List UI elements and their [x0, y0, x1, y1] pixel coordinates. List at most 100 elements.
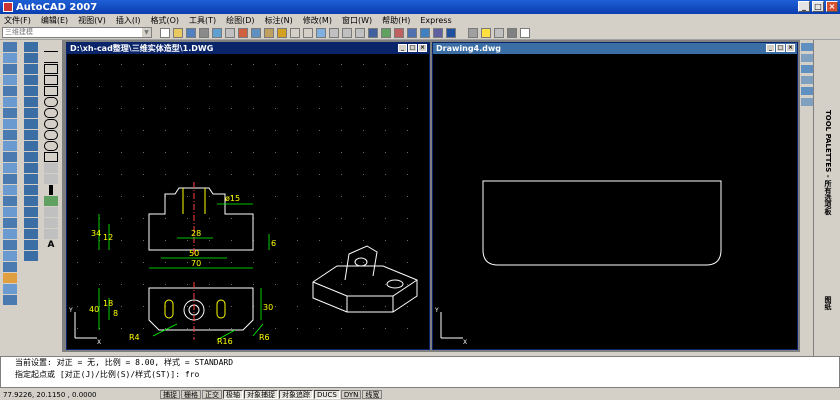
- redo-icon[interactable]: [303, 27, 313, 38]
- break-icon[interactable]: [24, 163, 38, 173]
- palette-tool-icon[interactable]: [801, 98, 813, 106]
- ucs-icon[interactable]: [3, 218, 17, 228]
- menu-edit[interactable]: 编辑(E): [41, 15, 68, 26]
- torus-icon[interactable]: [3, 97, 17, 107]
- wedge-icon[interactable]: [3, 86, 17, 96]
- snap-toggle[interactable]: 捕捉: [160, 390, 180, 399]
- doc2-restore-button[interactable]: □: [776, 44, 785, 52]
- 3d-move-icon[interactable]: [3, 229, 17, 239]
- ellipse-arc-icon[interactable]: [44, 152, 58, 162]
- 3d-array-icon[interactable]: [3, 262, 17, 272]
- layer-manager-icon[interactable]: [468, 27, 478, 38]
- coordinate-display[interactable]: 77.9226, 20.1150 , 0.0000: [0, 391, 160, 399]
- stretch-icon[interactable]: [24, 130, 38, 140]
- fillet-icon[interactable]: [24, 196, 38, 206]
- workspace-dropdown[interactable]: 三维建模 ▼: [2, 27, 152, 38]
- doc2-close-button[interactable]: ×: [786, 44, 795, 52]
- spline-icon[interactable]: [44, 130, 58, 140]
- cylinder-icon[interactable]: [3, 64, 17, 74]
- copy-icon[interactable]: [251, 27, 261, 38]
- doc1-minimize-button[interactable]: _: [398, 44, 407, 52]
- menu-view[interactable]: 视图(V): [78, 15, 106, 26]
- menu-draw[interactable]: 绘图(D): [226, 15, 254, 26]
- ducs-toggle[interactable]: DUCS: [314, 390, 340, 399]
- point-icon[interactable]: [49, 185, 53, 195]
- slice-icon[interactable]: [3, 207, 17, 217]
- loft-icon[interactable]: [3, 152, 17, 162]
- new-icon[interactable]: [160, 27, 170, 38]
- hatch-icon[interactable]: [44, 196, 58, 206]
- open-icon[interactable]: [173, 27, 183, 38]
- menu-express[interactable]: Express: [420, 16, 451, 25]
- cone-icon[interactable]: [3, 75, 17, 85]
- grid-toggle[interactable]: 栅格: [181, 390, 201, 399]
- zoom-realtime-icon[interactable]: [329, 27, 339, 38]
- plot-icon[interactable]: [199, 27, 209, 38]
- zoom-window-icon[interactable]: [342, 27, 352, 38]
- revision-cloud-icon[interactable]: [44, 119, 58, 129]
- render-icon[interactable]: [3, 273, 17, 283]
- model-space-2[interactable]: Y X: [433, 54, 797, 349]
- lineweight-toggle[interactable]: 线宽: [362, 390, 383, 399]
- orbit-icon[interactable]: [3, 295, 17, 305]
- command-window[interactable]: 当前设置: 对正 = 无, 比例 = 8.00, 样式 = STANDARD 指…: [0, 356, 840, 388]
- layer-lock-icon[interactable]: [507, 27, 517, 38]
- solid-edit-icon[interactable]: [24, 218, 38, 228]
- pyramid-icon[interactable]: [3, 108, 17, 118]
- shell-icon[interactable]: [24, 240, 38, 250]
- multiline-text-icon[interactable]: A: [44, 240, 58, 250]
- maximize-button[interactable]: □: [812, 1, 824, 12]
- dyn-toggle[interactable]: DYN: [340, 390, 362, 399]
- join-icon[interactable]: [24, 174, 38, 184]
- palette-tool-icon[interactable]: [801, 43, 813, 51]
- polar-toggle[interactable]: 极轴: [223, 390, 243, 399]
- menu-window[interactable]: 窗口(W): [342, 15, 372, 26]
- region-icon[interactable]: [44, 218, 58, 228]
- menu-help[interactable]: 帮助(H): [382, 15, 410, 26]
- ellipse-icon[interactable]: [44, 141, 58, 151]
- gradient-icon[interactable]: [44, 207, 58, 217]
- design-center-icon[interactable]: [381, 27, 391, 38]
- section-icon[interactable]: [3, 196, 17, 206]
- palette-tool-icon[interactable]: [801, 65, 813, 73]
- sphere-icon[interactable]: [3, 53, 17, 63]
- chamfer-icon[interactable]: [24, 185, 38, 195]
- menu-insert[interactable]: 插入(I): [116, 15, 141, 26]
- save-icon[interactable]: [186, 27, 196, 38]
- palette-tool-icon[interactable]: [801, 87, 813, 95]
- scale-icon[interactable]: [24, 119, 38, 129]
- model-space-1[interactable]: ø15 28 50 70 34 12 6 40 18 8 R4 R16 R6 3…: [67, 54, 429, 349]
- extrude-icon[interactable]: [3, 119, 17, 129]
- make-block-icon[interactable]: [44, 174, 58, 184]
- document-title-bar-2[interactable]: Drawing4.dwg _ □ ×: [433, 43, 797, 54]
- 3d-rotate-icon[interactable]: [3, 240, 17, 250]
- otrack-toggle[interactable]: 对象追踪: [279, 390, 313, 399]
- doc1-restore-button[interactable]: □: [408, 44, 417, 52]
- tool-palettes-icon[interactable]: [394, 27, 404, 38]
- line-icon[interactable]: [44, 42, 58, 52]
- layer-color-icon[interactable]: [520, 27, 530, 38]
- doc1-close-button[interactable]: ×: [418, 44, 427, 52]
- document-window-1[interactable]: D:\xh-cad整理\三维实体造型\1.DWG _ □ × ø15 28 50…: [66, 42, 430, 350]
- menu-tools[interactable]: 工具(T): [189, 15, 216, 26]
- menu-dimension[interactable]: 标注(N): [265, 15, 293, 26]
- doc2-minimize-button[interactable]: _: [766, 44, 775, 52]
- pan-icon[interactable]: [316, 27, 326, 38]
- cut-icon[interactable]: [238, 27, 248, 38]
- menu-file[interactable]: 文件(F): [4, 15, 31, 26]
- layer-on-icon[interactable]: [481, 27, 491, 38]
- preview-icon[interactable]: [212, 27, 222, 38]
- imprint-icon[interactable]: [24, 251, 38, 261]
- command-prompt[interactable]: 指定起点或 [对正(J)/比例(S)/样式(ST)]: fro: [1, 369, 839, 381]
- osnap-toggle[interactable]: 对象捕捉: [244, 390, 278, 399]
- palette-tool-icon[interactable]: [801, 54, 813, 62]
- intersect-icon[interactable]: [3, 185, 17, 195]
- ortho-toggle[interactable]: 正交: [202, 390, 222, 399]
- construction-line-icon[interactable]: [44, 53, 58, 63]
- chevron-down-icon[interactable]: ▼: [142, 28, 151, 37]
- markup-icon[interactable]: [420, 27, 430, 38]
- insert-block-icon[interactable]: [44, 163, 58, 173]
- view-icon[interactable]: [3, 284, 17, 294]
- menu-modify[interactable]: 修改(M): [303, 15, 332, 26]
- 3d-align-icon[interactable]: [3, 251, 17, 261]
